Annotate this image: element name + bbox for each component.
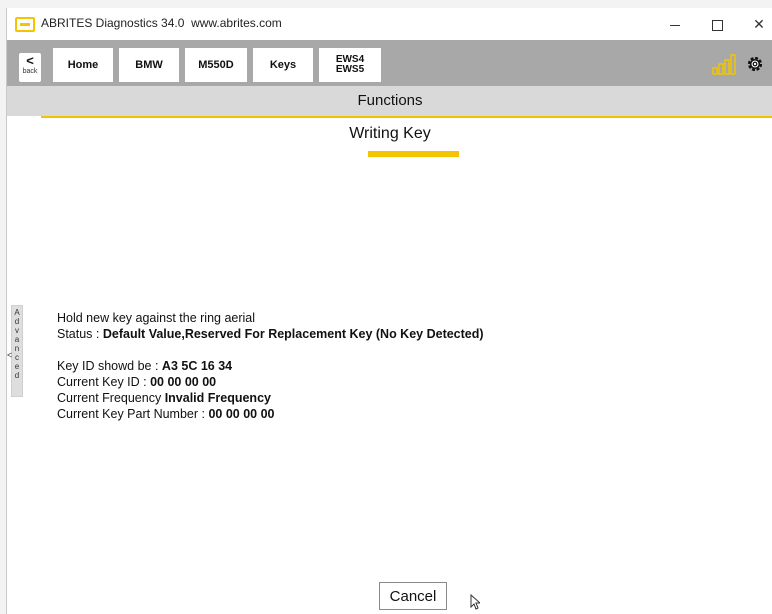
current-key-id-line: Current Key ID : 00 00 00 00 [57,375,216,389]
advanced-letter: v [15,326,19,335]
breadcrumb-ews-line2: EWS5 [335,64,365,75]
functions-divider [41,116,772,118]
functions-header: Functions [7,86,772,116]
title-underline [368,151,459,157]
minimize-button[interactable] [655,12,695,36]
app-title: ABRITES Diagnostics 34.0 [41,16,185,30]
breadcrumb-keys[interactable]: Keys [253,48,313,82]
expected-key-id-value: A3 5C 16 34 [161,359,233,373]
advanced-letter: d [14,371,20,380]
status-line: Status : Default Value,Reserved For Repl… [57,327,484,341]
maximize-icon [711,19,723,31]
breadcrumb-model[interactable]: M550D [185,48,247,82]
current-frequency-line: Current Frequency Invalid Frequency [57,391,271,405]
title-bar: ABRITES Diagnostics 34.0 www.abrites.com… [7,8,772,40]
back-label: back [22,68,38,75]
window-title: ABRITES Diagnostics 34.0 www.abrites.com [41,16,282,30]
abrites-logo-icon [15,17,35,32]
advanced-letter: A [14,308,20,317]
advanced-letter: d [14,317,20,326]
maximize-button[interactable] [697,12,737,36]
current-key-id-label: Current Key ID : [57,375,151,389]
advanced-letter: n [14,344,20,353]
close-icon: ✕ [753,16,765,32]
close-button[interactable]: ✕ [739,12,772,36]
current-part-number-value: 00 00 00 00 [208,407,275,421]
back-button[interactable]: < back [19,53,41,82]
advanced-letter: a [14,335,20,344]
status-label: Status : [57,327,103,341]
app-url: www.abrites.com [191,16,282,30]
minimize-icon [670,24,680,26]
current-part-number-line: Current Key Part Number : 00 00 00 00 [57,407,275,421]
signal-strength-icon[interactable] [712,53,740,75]
current-key-id-value: 00 00 00 00 [150,375,217,389]
status-value: Default Value,Reserved For Replacement K… [102,327,484,341]
chevron-left-icon[interactable]: < [7,350,12,360]
breadcrumb-bmw[interactable]: BMW [119,48,179,82]
navigation-bar: < back Home BMW M550D Keys EWS4 EWS5 [7,40,772,86]
current-frequency-label: Current Frequency [57,391,165,405]
expected-key-id-line: Key ID showd be : A3 5C 16 34 [57,359,232,373]
current-frequency-value: Invalid Frequency [164,391,271,405]
instruction-text: Hold new key against the ring aerial [57,311,256,325]
breadcrumb-home[interactable]: Home [53,48,113,82]
mouse-cursor-icon [470,594,480,610]
current-part-number-label: Current Key Part Number : [57,407,209,421]
cancel-button[interactable]: Cancel [379,582,447,610]
expected-key-id-label: Key ID showd be : [57,359,162,373]
advanced-tab[interactable]: A d v a n c e d [11,305,23,397]
app-window: ABRITES Diagnostics 34.0 www.abrites.com… [6,8,772,614]
gear-icon[interactable] [745,54,765,74]
advanced-letter: c [15,353,19,362]
page-title: Writing Key [349,125,431,142]
chevron-left-icon: < [26,53,34,68]
advanced-letter: e [14,362,20,371]
breadcrumb-ews[interactable]: EWS4 EWS5 [319,48,381,82]
